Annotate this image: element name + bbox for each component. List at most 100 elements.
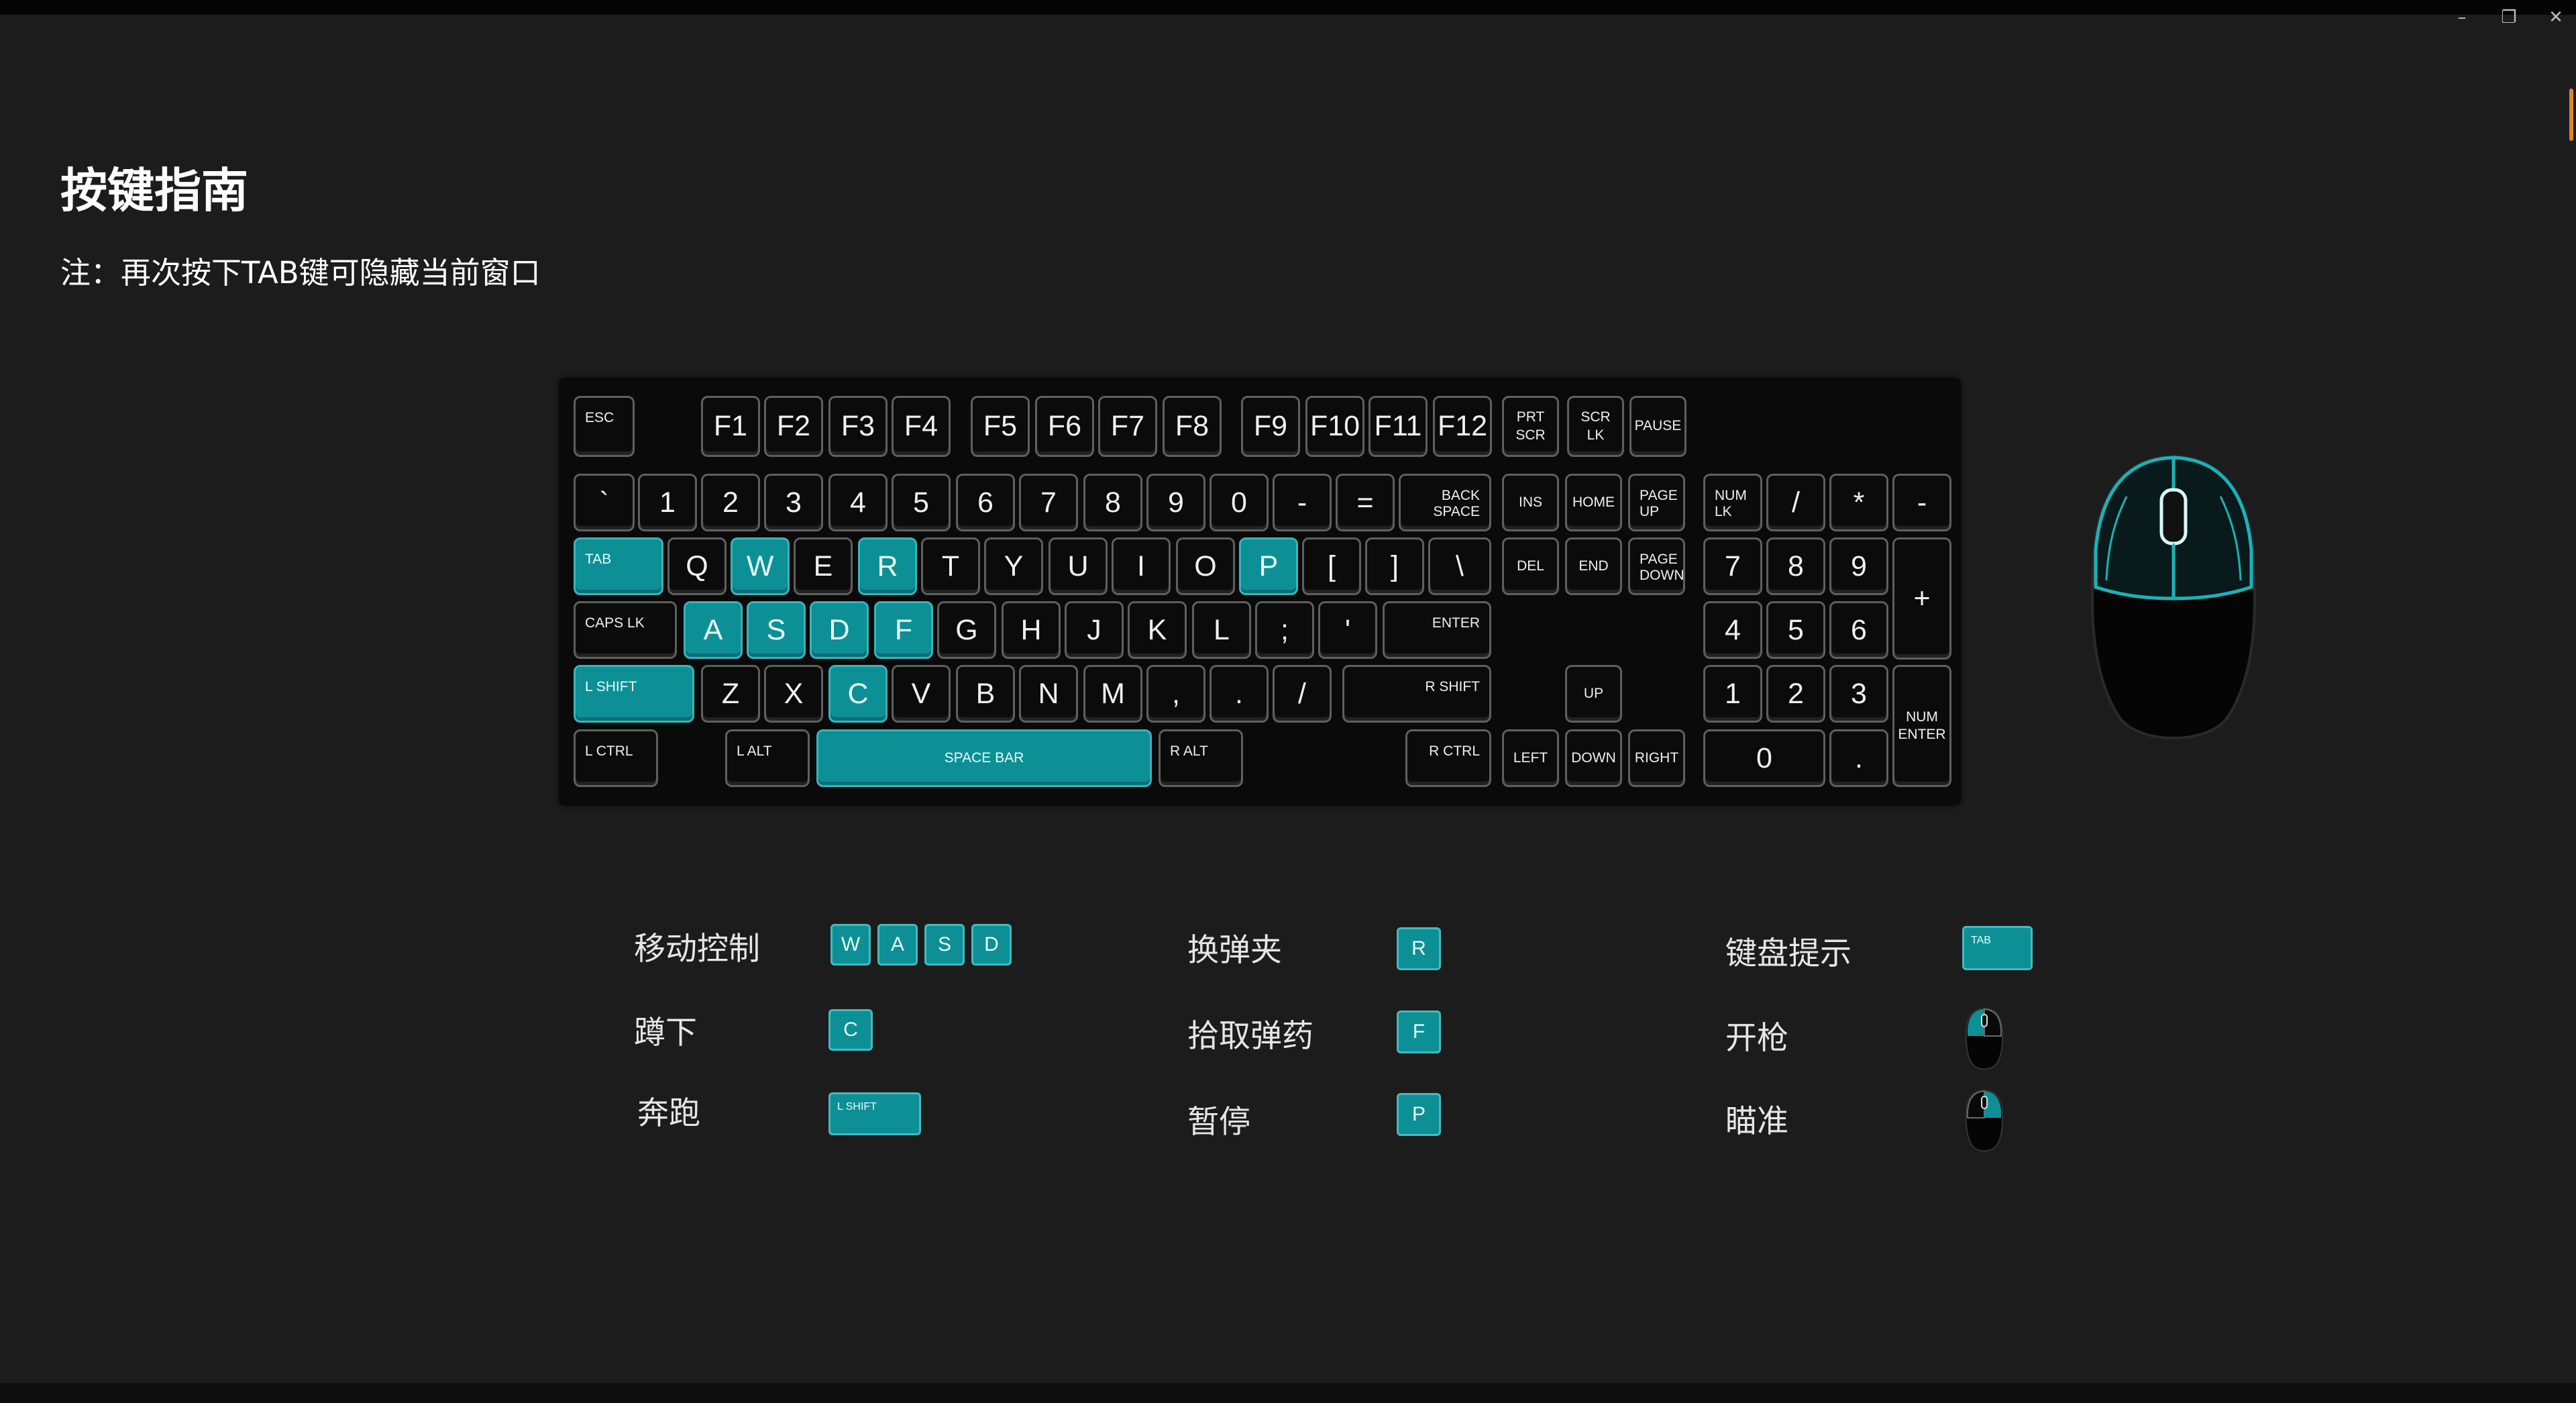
key-c: C xyxy=(828,1009,873,1051)
key-lshift: L SHIFT xyxy=(828,1092,921,1135)
key--: - xyxy=(1892,474,1951,531)
key-enter: ENTER xyxy=(1383,601,1491,659)
pickup-label: 拾取弹药 xyxy=(1187,1018,1313,1055)
key-3: 3 xyxy=(1829,665,1888,723)
key-down: DOWN xyxy=(1565,729,1622,787)
key-': ' xyxy=(1318,601,1377,659)
fire-label: 开枪 xyxy=(1725,1020,1788,1057)
key-.: . xyxy=(1829,729,1888,787)
window-top-bar xyxy=(0,0,2576,15)
key-r-shift: R SHIFT xyxy=(1342,665,1491,723)
key-l-ctrl: L CTRL xyxy=(574,729,658,787)
key-9: 9 xyxy=(1829,537,1888,595)
key-q: Q xyxy=(667,537,727,595)
key-2: 2 xyxy=(701,474,760,531)
key-7: 7 xyxy=(1703,537,1762,595)
key-`: ` xyxy=(574,474,635,531)
key-t: T xyxy=(921,537,980,595)
key-h: H xyxy=(1002,601,1061,659)
key-o: O xyxy=(1176,537,1235,595)
key-r: R xyxy=(858,537,917,595)
key-w: W xyxy=(731,537,790,595)
key-k: K xyxy=(1128,601,1187,659)
key-r: R xyxy=(1397,927,1441,970)
key-=: = xyxy=(1336,474,1395,531)
key-\: \ xyxy=(1428,537,1491,595)
key-left: LEFT xyxy=(1502,729,1559,787)
key-6: 6 xyxy=(1829,601,1888,659)
key-0: 0 xyxy=(1210,474,1269,531)
key-4: 4 xyxy=(1703,601,1762,659)
key-g: G xyxy=(937,601,996,659)
key-home: HOME xyxy=(1565,474,1622,531)
window-bottom-bar xyxy=(0,1383,2576,1403)
key-w: W xyxy=(830,924,871,966)
key-esc: ESC xyxy=(574,396,635,457)
key-5: 5 xyxy=(1766,601,1825,659)
key-1: 1 xyxy=(1703,665,1762,723)
key-v: V xyxy=(892,665,951,723)
minimize-icon[interactable]: – xyxy=(2449,4,2475,31)
key-pause: PAUSE xyxy=(1629,396,1686,457)
key-a: A xyxy=(684,601,743,659)
key-+: + xyxy=(1892,537,1951,660)
key-j: J xyxy=(1065,601,1124,659)
keyboard-diagram: ESC F1 F2 F3 F4 F5 F6 F7 F8 F9 F10 F11 F12 PRT SCR SCR… xyxy=(559,378,1961,806)
key-n: N xyxy=(1019,665,1078,723)
key-5: 5 xyxy=(892,474,951,531)
key-y: Y xyxy=(984,537,1043,595)
key-f: F xyxy=(874,601,933,659)
key-*: * xyxy=(1829,474,1888,531)
key-8: 8 xyxy=(1766,537,1825,595)
key-l-alt: L ALT xyxy=(725,729,810,787)
key-7: 7 xyxy=(1019,474,1078,531)
key-/: / xyxy=(1766,474,1825,531)
key-f1: F1 xyxy=(701,396,760,457)
key-i: I xyxy=(1112,537,1171,595)
key-9: 9 xyxy=(1146,474,1205,531)
key-d: D xyxy=(810,601,869,659)
key-x: X xyxy=(764,665,823,723)
key-1: 1 xyxy=(638,474,697,531)
mouse-left-button-icon xyxy=(1965,1007,2004,1070)
key-f5: F5 xyxy=(971,396,1030,457)
key-b: B xyxy=(956,665,1015,723)
key-r-alt: R ALT xyxy=(1159,729,1243,787)
key-f11: F11 xyxy=(1368,396,1428,457)
move-label: 移动控制 xyxy=(634,931,760,968)
restore-icon[interactable]: ❐ xyxy=(2496,4,2522,31)
key-f3: F3 xyxy=(828,396,888,457)
key-f6: F6 xyxy=(1035,396,1094,457)
mouse-right-button-icon xyxy=(1965,1089,2004,1152)
scrollbar-thumb[interactable] xyxy=(2569,89,2573,141)
key-a: A xyxy=(877,924,918,966)
key-[: [ xyxy=(1302,537,1361,595)
key-f12: F12 xyxy=(1433,396,1492,457)
key-2: 2 xyxy=(1766,665,1825,723)
key-]: ] xyxy=(1365,537,1424,595)
key-s: S xyxy=(747,601,806,659)
key-caps-lk: CAPS LK xyxy=(574,601,677,659)
close-icon[interactable]: ✕ xyxy=(2542,4,2569,31)
key-/: / xyxy=(1273,665,1332,723)
key-u: U xyxy=(1049,537,1108,595)
key-l-shift: L SHIFT xyxy=(574,665,694,723)
key-f: F xyxy=(1397,1010,1441,1053)
key-4: 4 xyxy=(828,474,888,531)
page-title: 按键指南 xyxy=(60,163,248,218)
keyhint-label: 键盘提示 xyxy=(1725,935,1851,972)
window-controls: – ❐ ✕ xyxy=(2449,4,2569,31)
key-space-bar: SPACE BAR xyxy=(816,729,1152,787)
pause-label: 暂停 xyxy=(1187,1104,1250,1141)
mouse-icon xyxy=(2090,454,2257,739)
key-f4: F4 xyxy=(892,396,951,457)
key-.: . xyxy=(1210,665,1269,723)
key--: - xyxy=(1273,474,1332,531)
key-3: 3 xyxy=(764,474,823,531)
key-tab: TAB xyxy=(574,537,663,595)
key-p: P xyxy=(1397,1093,1441,1136)
key-6: 6 xyxy=(956,474,1015,531)
key-page-down: PAGE DOWN xyxy=(1628,537,1685,595)
key-scr-lk: SCR LK xyxy=(1567,396,1624,457)
key-e: E xyxy=(794,537,853,595)
